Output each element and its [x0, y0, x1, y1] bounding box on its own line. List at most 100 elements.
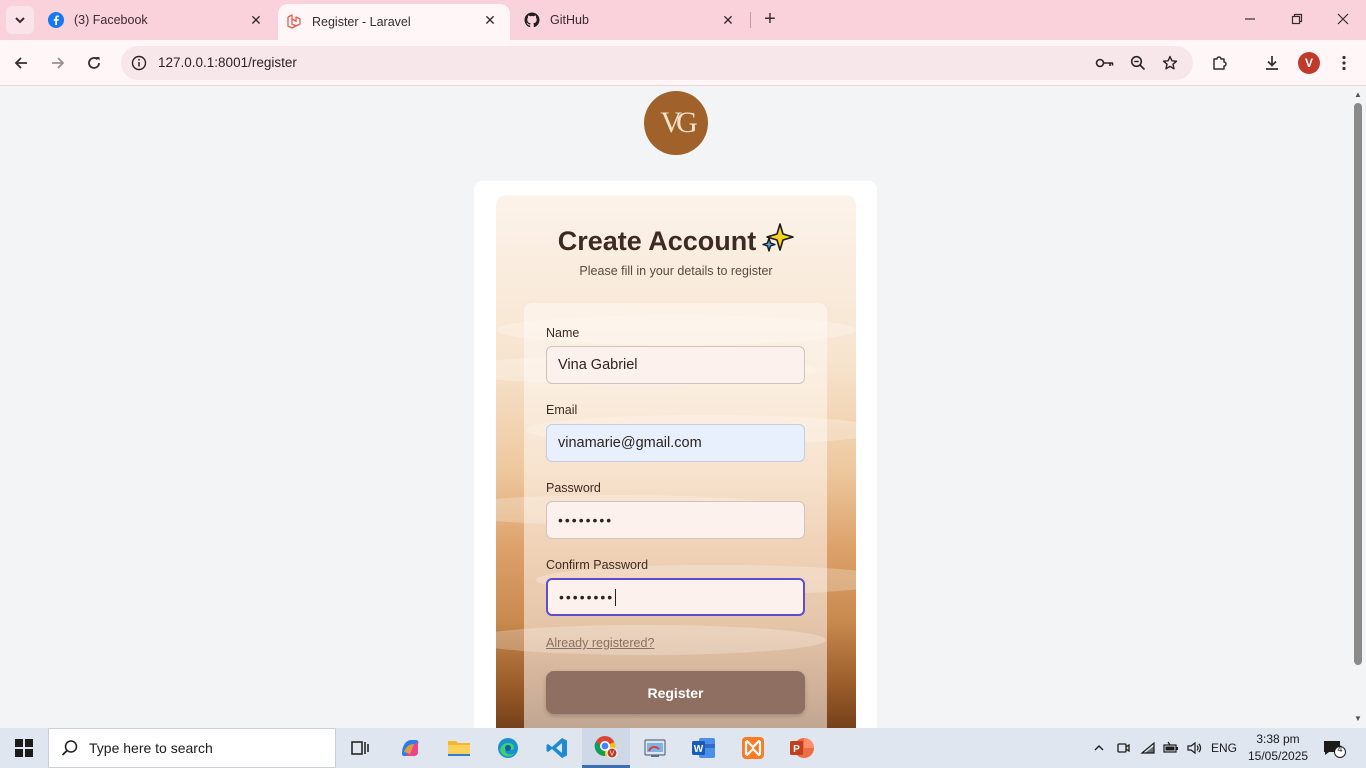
name-label: Name	[546, 326, 580, 340]
download-icon	[1266, 56, 1278, 70]
tab-label: (3) Facebook	[74, 13, 148, 27]
control-panel-app[interactable]	[631, 728, 679, 768]
text-caret	[615, 588, 617, 606]
password-key-icon[interactable]	[1094, 52, 1116, 74]
xampp-app[interactable]	[729, 728, 777, 768]
page-subtitle: Please fill in your details to register	[579, 264, 773, 278]
clock-date: 15/05/2025	[1248, 749, 1309, 763]
folder-icon	[448, 741, 470, 756]
name-value: Vina Gabriel	[558, 357, 638, 373]
email-label: Email	[546, 403, 578, 417]
reload-button[interactable]	[81, 50, 107, 76]
tab-label: GitHub	[550, 13, 589, 27]
url-text: 127.0.0.1:8001/register	[158, 55, 297, 70]
chevron-down-icon	[15, 17, 25, 24]
scroll-up-icon[interactable]: ▲	[1353, 90, 1363, 100]
word-icon: W	[692, 738, 715, 758]
powerpoint-app[interactable]: P	[778, 728, 826, 768]
tab-facebook[interactable]: (3) Facebook ✕	[40, 0, 276, 40]
svg-text:W: W	[694, 744, 704, 755]
minimize-icon	[1245, 18, 1255, 20]
edge-icon	[498, 738, 518, 758]
more-vertical-icon	[1342, 55, 1346, 71]
new-tab-button[interactable]: +	[758, 8, 782, 32]
laravel-icon	[286, 14, 302, 30]
browser-tab-strip: (3) Facebook ✕ Register - Laravel ✕ GitH…	[0, 0, 1366, 40]
confirm-password-label: Confirm Password	[546, 558, 649, 572]
puzzle-icon	[1213, 56, 1227, 70]
page-title-text: Create Account	[557, 226, 757, 256]
meet-now-icon[interactable]	[1112, 728, 1134, 768]
tab-label: Register - Laravel	[312, 15, 411, 29]
xampp-icon	[742, 737, 764, 759]
vscode-app[interactable]	[533, 728, 581, 768]
wifi-icon[interactable]	[1137, 728, 1159, 768]
back-button[interactable]	[8, 50, 34, 76]
reload-icon	[88, 57, 100, 69]
file-explorer-app[interactable]	[435, 728, 483, 768]
svg-text:V: V	[610, 750, 615, 757]
minimize-button[interactable]	[1238, 8, 1262, 32]
word-app[interactable]: W	[680, 728, 728, 768]
forward-button[interactable]	[45, 50, 71, 76]
address-bar[interactable]: 127.0.0.1:8001/register	[121, 46, 1193, 80]
copilot-icon	[402, 740, 419, 756]
chevron-up-icon	[1094, 745, 1104, 751]
search-placeholder: Type here to search	[89, 740, 213, 756]
arrow-left-icon	[14, 57, 27, 69]
chrome-app[interactable]: V	[582, 728, 630, 768]
edge-app[interactable]	[484, 728, 532, 768]
notification-center-button[interactable]: 4	[1318, 728, 1350, 768]
volume-icon[interactable]	[1183, 728, 1205, 768]
github-icon	[524, 12, 540, 28]
task-view-button[interactable]	[336, 728, 384, 768]
language-indicator[interactable]: ENG	[1208, 728, 1240, 768]
taskbar-search-box[interactable]: Type here to search	[48, 728, 336, 768]
already-registered-link[interactable]: Already registered?	[546, 636, 654, 650]
copilot-app[interactable]	[386, 728, 434, 768]
close-icon	[1337, 13, 1349, 25]
battery-icon[interactable]	[1160, 728, 1182, 768]
tab-github[interactable]: GitHub ✕	[516, 0, 748, 40]
name-input[interactable]: Vina Gabriel	[546, 346, 805, 384]
close-tab-icon[interactable]: ✕	[248, 12, 264, 28]
scrollbar-thumb[interactable]	[1354, 103, 1362, 665]
close-window-button[interactable]	[1331, 8, 1355, 32]
email-value: vinamarie@gmail.com	[558, 435, 702, 451]
zoom-icon[interactable]	[1127, 52, 1149, 74]
control-panel-icon	[644, 739, 666, 757]
browser-toolbar: 127.0.0.1:8001/register V	[0, 40, 1366, 86]
profile-avatar[interactable]: V	[1298, 52, 1320, 74]
svg-text:P: P	[793, 744, 800, 755]
confirm-password-input[interactable]: ••••••••	[546, 578, 805, 616]
start-button[interactable]	[0, 728, 48, 768]
restore-button[interactable]	[1285, 8, 1309, 32]
tab-search-button[interactable]	[6, 6, 34, 34]
site-info-icon[interactable]	[129, 53, 149, 73]
browser-menu-button[interactable]	[1331, 50, 1357, 76]
email-input[interactable]: vinamarie@gmail.com	[546, 424, 805, 462]
clock-time: 3:38 pm	[1256, 732, 1300, 746]
register-button[interactable]: Register	[546, 671, 805, 714]
password-input[interactable]: ••••••••	[546, 501, 805, 539]
scroll-down-icon[interactable]: ▼	[1353, 714, 1363, 724]
page-scrollbar[interactable]: ▲ ▼	[1350, 87, 1366, 728]
close-tab-icon[interactable]: ✕	[482, 12, 498, 28]
downloads-button[interactable]	[1259, 50, 1285, 76]
windows-taskbar: Type here to search V W P ENG 3:38 pm 15…	[0, 728, 1366, 768]
chrome-icon: V	[594, 735, 618, 758]
confirm-password-value: ••••••••	[559, 589, 615, 605]
bookmark-star-icon[interactable]	[1159, 52, 1181, 74]
sparkles-icon	[762, 222, 795, 261]
show-hidden-icons-button[interactable]	[1088, 728, 1110, 768]
tab-register-laravel[interactable]: Register - Laravel ✕	[278, 4, 510, 40]
extensions-button[interactable]	[1207, 50, 1233, 76]
arrow-right-icon	[52, 57, 65, 69]
close-tab-icon[interactable]: ✕	[720, 12, 736, 28]
restore-icon	[1291, 13, 1303, 25]
windows-logo-icon	[15, 739, 33, 757]
powerpoint-icon: P	[790, 738, 814, 758]
site-logo[interactable]: VG	[644, 91, 708, 155]
vscode-icon	[546, 738, 567, 758]
system-clock[interactable]: 3:38 pm 15/05/2025	[1248, 731, 1308, 765]
